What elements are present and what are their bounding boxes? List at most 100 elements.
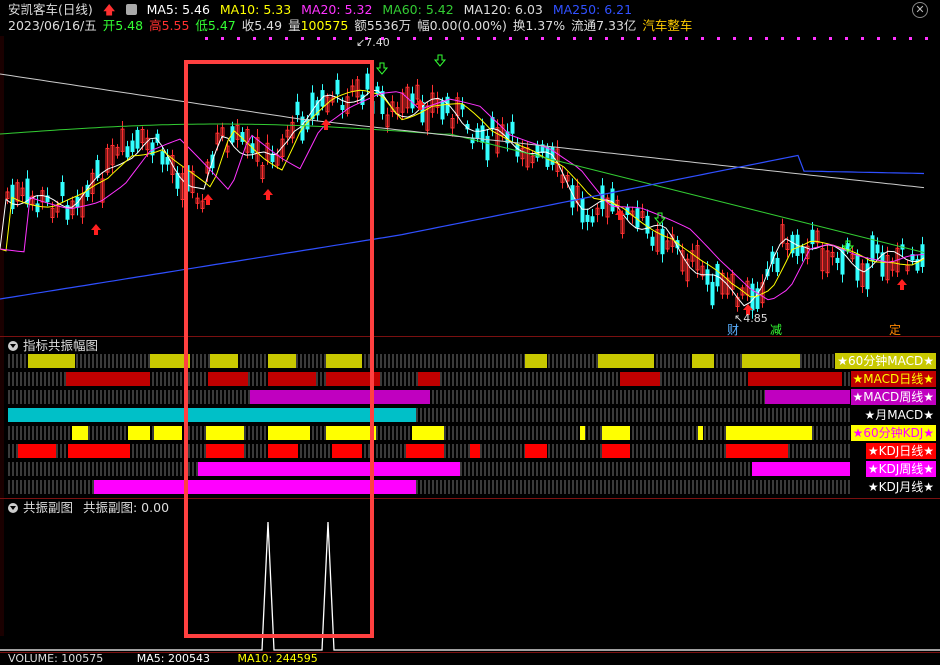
band-stripe bbox=[496, 354, 498, 368]
band-stripe bbox=[656, 480, 658, 494]
band-stripe bbox=[96, 354, 98, 368]
band-stripe bbox=[632, 462, 634, 476]
magenta-marker bbox=[541, 37, 544, 40]
band-stripe bbox=[708, 390, 710, 404]
band-stripe bbox=[472, 426, 474, 440]
band-stripe bbox=[828, 444, 830, 458]
band-stripe bbox=[664, 462, 666, 476]
band-stripe bbox=[164, 372, 166, 386]
ma-dropdown-icon[interactable] bbox=[125, 4, 137, 15]
band-stripe bbox=[476, 390, 478, 404]
band-stripe bbox=[588, 444, 590, 458]
panel-menu-icon[interactable] bbox=[8, 341, 18, 351]
band-stripe bbox=[780, 480, 782, 494]
band-stripe bbox=[524, 426, 526, 440]
band-stripe bbox=[444, 372, 446, 386]
band-stripe bbox=[12, 480, 14, 494]
band-stripe bbox=[528, 390, 530, 404]
high-label: 高5.55 bbox=[149, 18, 190, 33]
band-stripe bbox=[104, 354, 106, 368]
close-icon[interactable]: ✕ bbox=[912, 2, 928, 18]
band-stripe bbox=[792, 444, 794, 458]
band-stripe bbox=[632, 480, 634, 494]
band-stripe bbox=[496, 462, 498, 476]
band-stripe bbox=[408, 354, 410, 368]
band-stripe bbox=[108, 426, 110, 440]
band-stripe bbox=[44, 390, 46, 404]
band-stripe bbox=[388, 426, 390, 440]
band-stripe bbox=[512, 462, 514, 476]
band-stripe bbox=[460, 444, 462, 458]
band-stripe bbox=[476, 426, 478, 440]
band-stripe bbox=[812, 408, 814, 422]
band-stripe bbox=[580, 462, 582, 476]
band-stripe bbox=[844, 426, 846, 440]
band-stripe bbox=[464, 372, 466, 386]
band-stripe bbox=[32, 390, 34, 404]
buy-arrow-icon bbox=[91, 224, 101, 235]
panel-menu-icon[interactable] bbox=[8, 503, 18, 513]
band-stripe bbox=[756, 408, 758, 422]
band-stripe bbox=[20, 426, 22, 440]
band-stripe bbox=[640, 426, 642, 440]
band-segment bbox=[18, 444, 56, 458]
band-stripe bbox=[156, 372, 158, 386]
candle-body bbox=[650, 236, 655, 246]
band-stripe bbox=[528, 480, 530, 494]
band-stripe bbox=[804, 408, 806, 422]
band-stripe bbox=[764, 480, 766, 494]
band-stripe bbox=[804, 480, 806, 494]
band-stripe bbox=[660, 354, 662, 368]
band-stripe bbox=[588, 372, 590, 386]
band-stripe bbox=[148, 444, 150, 458]
band-stripe bbox=[412, 372, 414, 386]
band-stripe bbox=[708, 426, 710, 440]
band-stripe bbox=[112, 462, 114, 476]
band-stripe bbox=[464, 480, 466, 494]
band-stripe bbox=[540, 372, 542, 386]
band-label: ★MACD日线★ bbox=[850, 371, 936, 387]
band-stripe bbox=[696, 480, 698, 494]
band-stripe bbox=[168, 462, 170, 476]
band-segment bbox=[525, 354, 547, 368]
band-stripe bbox=[816, 480, 818, 494]
band-stripe bbox=[120, 354, 122, 368]
band-stripe bbox=[796, 480, 798, 494]
band-stripe bbox=[444, 390, 446, 404]
band-segment bbox=[406, 444, 444, 458]
band-segment bbox=[726, 426, 812, 440]
band-stripe bbox=[728, 480, 730, 494]
band-stripe bbox=[392, 372, 394, 386]
band-stripe bbox=[52, 426, 54, 440]
band-stripe bbox=[640, 390, 642, 404]
band-stripe bbox=[488, 408, 490, 422]
band-stripe bbox=[496, 390, 498, 404]
band-stripe bbox=[492, 354, 494, 368]
band-stripe bbox=[100, 462, 102, 476]
band-stripe bbox=[24, 480, 26, 494]
band-stripe bbox=[552, 390, 554, 404]
band-stripe bbox=[608, 408, 610, 422]
band-stripe bbox=[828, 354, 830, 368]
band-stripe bbox=[28, 372, 30, 386]
band-stripe bbox=[584, 354, 586, 368]
band-stripe bbox=[96, 390, 98, 404]
band-stripe bbox=[172, 372, 174, 386]
band-segment bbox=[470, 444, 480, 458]
turnover-label: 换1.37% bbox=[512, 18, 566, 33]
band-stripe bbox=[112, 390, 114, 404]
candle-body bbox=[480, 125, 485, 143]
band-stripe bbox=[88, 390, 90, 404]
band-stripe bbox=[544, 462, 546, 476]
magenta-marker bbox=[269, 37, 272, 40]
volume-panel-label: VOLUME: 100575 bbox=[8, 652, 104, 665]
band-stripe bbox=[384, 444, 386, 458]
price-chart[interactable] bbox=[0, 34, 940, 336]
band-stripe bbox=[464, 426, 466, 440]
band-stripe bbox=[744, 480, 746, 494]
sector-label[interactable]: 汽车整车 bbox=[642, 18, 692, 33]
band-stripe bbox=[8, 444, 10, 458]
band-stripe bbox=[516, 354, 518, 368]
candle-body bbox=[645, 215, 650, 234]
sub-panel-title: 共振副图 共振副图: 0.00 bbox=[8, 500, 169, 516]
